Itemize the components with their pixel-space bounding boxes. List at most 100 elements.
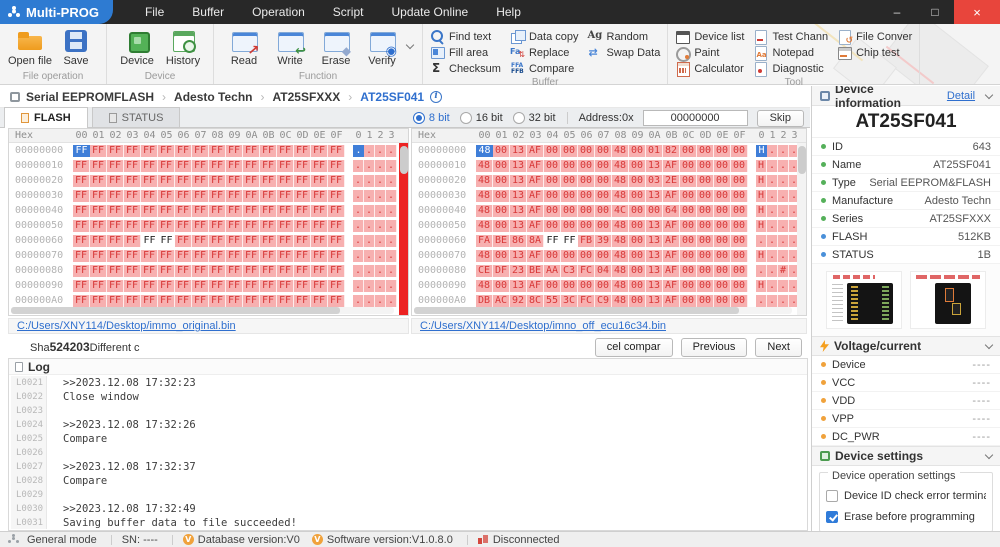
hex-byte-cell[interactable]: 00 bbox=[544, 190, 561, 202]
hex-byte-cell[interactable]: 00 bbox=[731, 250, 748, 262]
hex-byte-cell[interactable]: FF bbox=[192, 205, 209, 217]
file-conver-button[interactable]: File Conver bbox=[837, 29, 912, 44]
ascii-cell[interactable]: H bbox=[756, 160, 767, 172]
ascii-cell[interactable]: . bbox=[353, 280, 364, 292]
ascii-cell[interactable]: . bbox=[386, 295, 397, 307]
hex-byte-cell[interactable]: 48 bbox=[476, 175, 493, 187]
option-erase-before-programming[interactable]: Erase before programming bbox=[826, 507, 986, 526]
ascii-cell[interactable]: . bbox=[364, 175, 375, 187]
hex-byte-cell[interactable]: FF bbox=[90, 145, 107, 157]
ascii-cell[interactable]: . bbox=[353, 205, 364, 217]
hex-byte-cell[interactable]: AC bbox=[493, 295, 510, 307]
ascii-cell[interactable]: . bbox=[364, 280, 375, 292]
hex-byte-cell[interactable]: 13 bbox=[646, 220, 663, 232]
function-dropdown-button[interactable] bbox=[405, 26, 415, 66]
hex-byte-cell[interactable]: FF bbox=[192, 190, 209, 202]
hex-byte-cell[interactable]: 00 bbox=[629, 295, 646, 307]
hex-byte-cell[interactable]: AF bbox=[663, 265, 680, 277]
hex-byte-cell[interactable]: FF bbox=[328, 250, 345, 262]
tab-status[interactable]: STATUS bbox=[92, 107, 181, 127]
hex-byte-cell[interactable]: FF bbox=[175, 265, 192, 277]
hex-byte-cell[interactable]: FF bbox=[328, 190, 345, 202]
ascii-cell[interactable]: . bbox=[364, 265, 375, 277]
hex-byte-cell[interactable]: 00 bbox=[595, 250, 612, 262]
ascii-cell[interactable]: . bbox=[375, 175, 386, 187]
hex-byte-cell[interactable]: FF bbox=[294, 235, 311, 247]
hex-byte-cell[interactable]: FC bbox=[578, 265, 595, 277]
hex-byte-cell[interactable]: 13 bbox=[646, 295, 663, 307]
hex-byte-cell[interactable]: 00 bbox=[731, 205, 748, 217]
replace-button[interactable]: Replace bbox=[510, 45, 579, 60]
ascii-cell[interactable]: # bbox=[778, 265, 789, 277]
menu-buffer[interactable]: Buffer bbox=[178, 0, 238, 24]
hex-byte-cell[interactable]: FF bbox=[328, 280, 345, 292]
next-button[interactable]: Next bbox=[755, 338, 802, 357]
hex-byte-cell[interactable]: FF bbox=[73, 235, 90, 247]
hex-byte-cell[interactable]: 39 bbox=[595, 235, 612, 247]
hex-byte-cell[interactable]: 00 bbox=[697, 220, 714, 232]
tab-flash[interactable]: FLASH bbox=[4, 107, 88, 128]
ascii-cell[interactable]: . bbox=[386, 190, 397, 202]
hex-byte-cell[interactable]: 00 bbox=[561, 220, 578, 232]
hex-byte-cell[interactable]: FF bbox=[175, 295, 192, 307]
chevron-down-icon[interactable] bbox=[985, 341, 993, 349]
ascii-cell[interactable]: . bbox=[386, 235, 397, 247]
write-button[interactable]: Write bbox=[267, 26, 313, 67]
hex-byte-cell[interactable]: AF bbox=[527, 205, 544, 217]
hex-byte-cell[interactable]: AF bbox=[527, 190, 544, 202]
hex-byte-cell[interactable]: FF bbox=[90, 160, 107, 172]
ascii-cell[interactable]: . bbox=[778, 280, 789, 292]
hex-byte-cell[interactable]: FF bbox=[260, 235, 277, 247]
hex-byte-cell[interactable]: 13 bbox=[646, 280, 663, 292]
hex-byte-cell[interactable]: 13 bbox=[646, 235, 663, 247]
ascii-cell[interactable]: . bbox=[375, 265, 386, 277]
hex-byte-cell[interactable]: FF bbox=[73, 145, 90, 157]
hex-byte-cell[interactable]: FF bbox=[277, 145, 294, 157]
ascii-cell[interactable]: . bbox=[353, 175, 364, 187]
hex-byte-cell[interactable]: FF bbox=[311, 235, 328, 247]
hex-byte-cell[interactable]: FF bbox=[90, 295, 107, 307]
hex-byte-cell[interactable]: 00 bbox=[697, 265, 714, 277]
hex-byte-cell[interactable]: 00 bbox=[578, 145, 595, 157]
chip-test-button[interactable]: Chip test bbox=[837, 45, 912, 60]
ascii-cell[interactable]: . bbox=[364, 190, 375, 202]
radio-8-bit[interactable]: 8 bit bbox=[413, 112, 450, 124]
hex-byte-cell[interactable]: 00 bbox=[561, 160, 578, 172]
hex-byte-cell[interactable]: FF bbox=[124, 265, 141, 277]
hex-byte-cell[interactable]: FF bbox=[90, 280, 107, 292]
hex-byte-cell[interactable]: FF bbox=[243, 250, 260, 262]
hex-byte-cell[interactable]: FF bbox=[209, 295, 226, 307]
hex-byte-cell[interactable]: 00 bbox=[731, 220, 748, 232]
hex-byte-cell[interactable]: FF bbox=[175, 190, 192, 202]
hex-byte-cell[interactable]: 00 bbox=[680, 205, 697, 217]
ascii-cell[interactable]: . bbox=[778, 295, 789, 307]
hex-byte-cell[interactable]: FF bbox=[328, 205, 345, 217]
ascii-cell[interactable]: . bbox=[386, 145, 397, 157]
ascii-cell[interactable]: . bbox=[353, 145, 364, 157]
hex-byte-cell[interactable]: FF bbox=[175, 175, 192, 187]
hex-byte-cell[interactable]: FF bbox=[209, 205, 226, 217]
hex-byte-cell[interactable]: FB bbox=[578, 235, 595, 247]
hex-byte-cell[interactable]: FF bbox=[90, 175, 107, 187]
hex-byte-cell[interactable]: FF bbox=[175, 145, 192, 157]
hex-byte-cell[interactable]: FF bbox=[260, 280, 277, 292]
hex-byte-cell[interactable]: FF bbox=[141, 190, 158, 202]
hex-byte-cell[interactable]: FF bbox=[107, 250, 124, 262]
ascii-cell[interactable]: . bbox=[778, 190, 789, 202]
hex-byte-cell[interactable]: 48 bbox=[612, 250, 629, 262]
ascii-cell[interactable]: . bbox=[767, 160, 778, 172]
hex-byte-cell[interactable]: 00 bbox=[714, 160, 731, 172]
hex-byte-cell[interactable]: FF bbox=[158, 190, 175, 202]
hex-byte-cell[interactable]: 00 bbox=[731, 145, 748, 157]
hex-byte-cell[interactable]: 00 bbox=[544, 250, 561, 262]
fill-area-button[interactable]: Fill area bbox=[430, 45, 501, 60]
hex-byte-cell[interactable]: FF bbox=[277, 295, 294, 307]
hex-byte-cell[interactable]: FF bbox=[107, 160, 124, 172]
horizontal-scrollbar[interactable] bbox=[414, 307, 792, 314]
hex-byte-cell[interactable]: 00 bbox=[493, 145, 510, 157]
hex-byte-cell[interactable]: 48 bbox=[476, 250, 493, 262]
open-file-button[interactable]: Open file bbox=[7, 26, 53, 67]
hex-byte-cell[interactable]: 48 bbox=[612, 235, 629, 247]
hex-byte-cell[interactable]: FF bbox=[209, 160, 226, 172]
hex-byte-cell[interactable]: FF bbox=[277, 220, 294, 232]
